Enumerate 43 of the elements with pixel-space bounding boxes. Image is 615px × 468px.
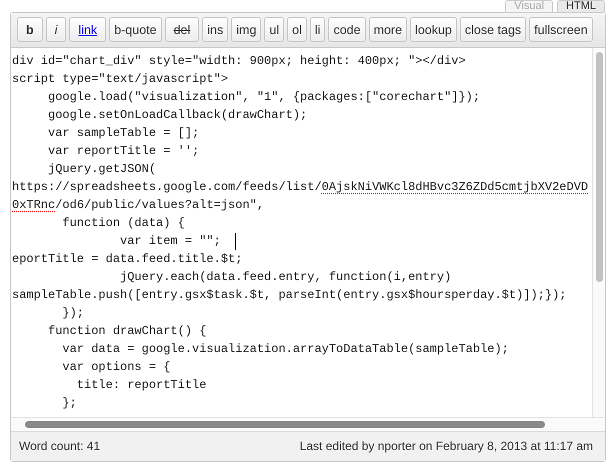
code-line: });	[61, 305, 84, 322]
toolbar-button[interactable]: ol	[287, 17, 307, 42]
code-line: sampleTable.push([entry.gsx$task.$t, parseInt(entry.gsx$hoursperday.$t)]);});	[12, 287, 566, 304]
code-line: var data = google.visualization.arrayToDataTable(sampleTable);	[61, 341, 509, 358]
code-line: function (data) {	[61, 215, 185, 232]
toolbar-button[interactable]: del	[164, 17, 200, 42]
horizontal-scrollbar[interactable]	[11, 417, 605, 431]
toolbar-button[interactable]: link	[69, 17, 106, 42]
editor-tab[interactable]: HTML	[557, 0, 605, 12]
toolbar-button[interactable]: i	[46, 17, 66, 42]
code-line: var reportTitle = '';	[47, 143, 200, 160]
code-textarea[interactable]	[11, 48, 605, 417]
code-line: eportTitle = data.feed.title.$t;	[12, 251, 242, 268]
scroll-thumb[interactable]	[25, 421, 545, 428]
toolbar-button[interactable]: b-quote	[109, 17, 162, 42]
toolbar-button[interactable]: code	[328, 17, 366, 42]
code-line: jQuery.getJSON(	[47, 161, 156, 178]
toolbar-button[interactable]: li	[310, 17, 326, 42]
code-line: };	[61, 395, 77, 412]
toolbar-button[interactable]: fullscreen	[529, 17, 593, 42]
code-line: div id="chart_div" style="width: 900px; height: 400px; "></div>	[12, 53, 466, 70]
toolbar-button[interactable]: img	[231, 17, 262, 42]
vertical-scrollbar[interactable]	[592, 48, 605, 417]
code-line: script type="text/javascript">	[12, 71, 228, 88]
code-line: jQuery.each(data.feed.entry, function(i,entry)	[119, 269, 452, 286]
toolbar-button[interactable]: lookup	[410, 17, 457, 42]
toolbar-button[interactable]: b	[17, 17, 43, 42]
word-count: Word count: 41	[19, 439, 100, 453]
toolbar-button[interactable]: ins	[202, 17, 228, 42]
code-line: https://spreadsheets.google.com/feeds/list/0AjskNiVWKcl8dHBvc3Z6ZDd5cmtjbXV2eDVD	[12, 179, 588, 196]
code-line: function drawChart() {	[47, 323, 206, 340]
toolbar-button[interactable]: more	[368, 17, 408, 42]
last-edited-text: Last edited by nporter on February 8, 2013 at 11:17 am	[300, 439, 593, 453]
code-line: google.setOnLoadCallback(drawChart);	[47, 107, 308, 124]
scroll-thumb[interactable]	[596, 52, 602, 282]
code-line: title: reportTitle	[76, 377, 206, 394]
code-line: var options = {	[61, 359, 170, 376]
code-line: google.load("visualization", "1", {packages:["corechart"]});	[47, 89, 480, 106]
toolbar-button[interactable]: close tags	[460, 17, 526, 42]
code-line: var item = "";	[119, 233, 221, 250]
code-line: var sampleTable = [];	[47, 125, 200, 142]
code-line: 0xTRnc/od6/public/values?alt=json",	[12, 197, 264, 214]
toolbar-button[interactable]: ul	[264, 17, 284, 42]
